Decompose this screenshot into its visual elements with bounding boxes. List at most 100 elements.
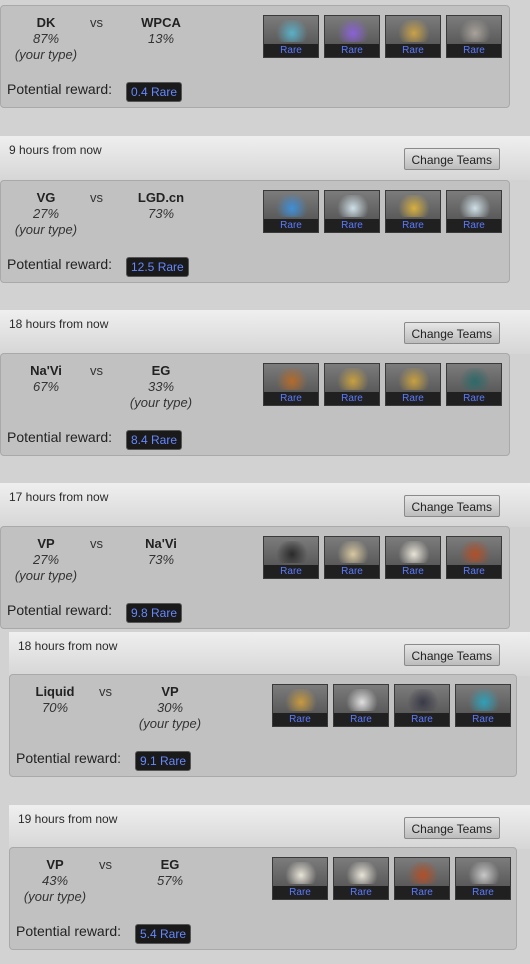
- reward-item[interactable]: Rare: [333, 857, 389, 900]
- vs-label: vs: [90, 190, 103, 205]
- item-rarity-label: Rare: [395, 713, 449, 726]
- team-two[interactable]: WPCA 13%: [116, 15, 206, 47]
- potential-reward-label: Potential reward:: [7, 81, 113, 97]
- team-one[interactable]: VP 43% (your type): [10, 857, 100, 905]
- reward-item[interactable]: Rare: [324, 190, 380, 233]
- reward-item[interactable]: Rare: [455, 684, 511, 727]
- team-two-percent: 73%: [147, 206, 175, 221]
- item-rarity-label: Rare: [447, 565, 501, 578]
- item-rarity-label: Rare: [264, 565, 318, 578]
- reward-item[interactable]: Rare: [333, 684, 389, 727]
- match-card: VG 27% (your type) vs LGD.cn 73% Potential rew…: [0, 180, 510, 283]
- team-one-percent: 67%: [32, 379, 60, 394]
- item-rarity-label: Rare: [325, 565, 379, 578]
- item-rarity-label: Rare: [386, 392, 440, 405]
- team-one-percent: 27%: [32, 552, 60, 567]
- potential-reward-label: Potential reward:: [7, 602, 113, 618]
- reward-item[interactable]: Rare: [394, 857, 450, 900]
- reward-item[interactable]: Rare: [263, 15, 319, 58]
- item-rarity-label: Rare: [447, 219, 501, 232]
- item-art-icon: [344, 689, 380, 711]
- match-header: 19 hours from now Change Teams: [9, 805, 530, 849]
- reward-item[interactable]: Rare: [263, 363, 319, 406]
- item-rarity-label: Rare: [325, 219, 379, 232]
- team-one[interactable]: Liquid 70%: [10, 684, 100, 716]
- reward-badge: 9.8 Rare: [126, 603, 183, 623]
- item-rarity-label: Rare: [395, 886, 449, 899]
- match-header: 17 hours from now Change Teams: [0, 483, 530, 527]
- team-two-name: EG: [151, 363, 171, 378]
- item-art-icon: [274, 541, 310, 563]
- reward-item[interactable]: Rare: [385, 190, 441, 233]
- item-rarity-label: Rare: [264, 44, 318, 57]
- reward-item[interactable]: Rare: [324, 536, 380, 579]
- team-two[interactable]: EG 57%: [125, 857, 215, 889]
- item-rarity-label: Rare: [264, 219, 318, 232]
- team-two[interactable]: VP 30% (your type): [125, 684, 215, 732]
- reward-item[interactable]: Rare: [385, 363, 441, 406]
- reward-badge: 8.4 Rare: [126, 430, 183, 450]
- your-type-label: (your type): [14, 47, 78, 62]
- item-rarity-label: Rare: [386, 44, 440, 57]
- item-art-icon: [457, 541, 493, 563]
- team-two-percent: 33%: [147, 379, 175, 394]
- item-art-icon: [457, 195, 493, 217]
- item-rarity-label: Rare: [334, 713, 388, 726]
- match-header: 18 hours from now Change Teams: [0, 310, 530, 354]
- change-teams-button[interactable]: Change Teams: [403, 148, 500, 170]
- match-time: 17 hours from now: [9, 490, 109, 504]
- reward-badge: 12.5 Rare: [126, 257, 189, 277]
- reward-item[interactable]: Rare: [263, 190, 319, 233]
- team-one-percent: 87%: [32, 31, 60, 46]
- item-art-icon: [466, 689, 502, 711]
- reward-item[interactable]: Rare: [455, 857, 511, 900]
- item-rarity-label: Rare: [325, 44, 379, 57]
- reward-item[interactable]: Rare: [263, 536, 319, 579]
- reward-item[interactable]: Rare: [394, 684, 450, 727]
- reward-item[interactable]: Rare: [272, 684, 328, 727]
- team-one[interactable]: VG 27% (your type): [1, 190, 91, 238]
- match-card: VP 43% (your type) vs EG 57% Potential reward:…: [9, 847, 517, 950]
- item-art-icon: [396, 541, 432, 563]
- change-teams-button[interactable]: Change Teams: [403, 644, 500, 666]
- match-time: 19 hours from now: [18, 812, 118, 826]
- vs-label: vs: [90, 363, 103, 378]
- reward-item[interactable]: Rare: [385, 15, 441, 58]
- change-teams-button[interactable]: Change Teams: [403, 322, 500, 344]
- match-header: 9 hours from now Change Teams: [0, 136, 530, 180]
- reward-item[interactable]: Rare: [324, 363, 380, 406]
- change-teams-button[interactable]: Change Teams: [403, 495, 500, 517]
- item-art-icon: [335, 195, 371, 217]
- item-art-icon: [457, 20, 493, 42]
- reward-item[interactable]: Rare: [324, 15, 380, 58]
- item-rarity-label: Rare: [273, 713, 327, 726]
- team-two[interactable]: Na'Vi 73%: [116, 536, 206, 568]
- item-art-icon: [335, 368, 371, 390]
- team-one[interactable]: DK 87% (your type): [1, 15, 91, 63]
- item-art-icon: [283, 689, 319, 711]
- reward-item[interactable]: Rare: [446, 536, 502, 579]
- item-art-icon: [396, 195, 432, 217]
- reward-item[interactable]: Rare: [446, 363, 502, 406]
- team-two-name: LGD.cn: [137, 190, 185, 205]
- item-art-icon: [466, 862, 502, 884]
- team-one[interactable]: Na'Vi 67%: [1, 363, 91, 395]
- team-two-percent: 13%: [147, 31, 175, 46]
- reward-item[interactable]: Rare: [446, 15, 502, 58]
- your-type-label: (your type): [14, 222, 78, 237]
- item-rarity-label: Rare: [334, 886, 388, 899]
- vs-label: vs: [90, 536, 103, 551]
- reward-item[interactable]: Rare: [446, 190, 502, 233]
- team-one[interactable]: VP 27% (your type): [1, 536, 91, 584]
- team-two[interactable]: EG 33% (your type): [116, 363, 206, 411]
- item-rarity-label: Rare: [386, 219, 440, 232]
- item-rarity-label: Rare: [456, 886, 510, 899]
- team-two[interactable]: LGD.cn 73%: [116, 190, 206, 222]
- item-art-icon: [405, 862, 441, 884]
- reward-item[interactable]: Rare: [385, 536, 441, 579]
- change-teams-button[interactable]: Change Teams: [403, 817, 500, 839]
- team-one-percent: 27%: [32, 206, 60, 221]
- team-two-name: VP: [161, 684, 179, 699]
- reward-item[interactable]: Rare: [272, 857, 328, 900]
- potential-reward-label: Potential reward:: [16, 750, 122, 766]
